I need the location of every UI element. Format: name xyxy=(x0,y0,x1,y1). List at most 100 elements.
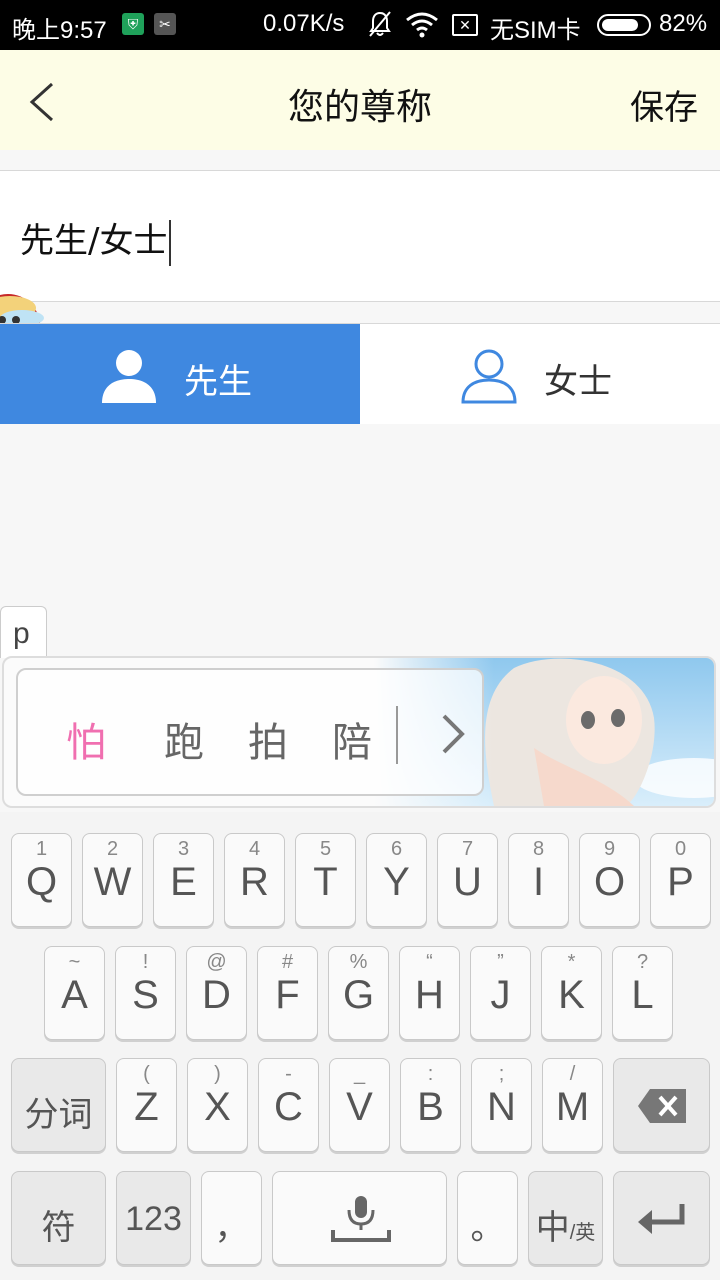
key-letter: N xyxy=(487,1085,516,1129)
numbers-label: 123 xyxy=(125,1200,182,1238)
key-letter: A xyxy=(61,973,88,1017)
candidate-word[interactable]: 怕 xyxy=(66,710,106,768)
voice-input-key[interactable] xyxy=(272,1171,447,1265)
key-a[interactable]: ~ A xyxy=(44,946,105,1040)
key-letter: F xyxy=(275,973,300,1017)
key-b[interactable]: :B xyxy=(400,1058,461,1152)
candidate-word[interactable]: 陪 xyxy=(332,710,372,768)
microphone-icon xyxy=(331,1196,391,1242)
chevron-right-icon[interactable] xyxy=(438,712,468,756)
key-secondary-symbol: ” xyxy=(497,951,504,973)
comma-key[interactable]: ， xyxy=(201,1171,262,1265)
key-letter: K xyxy=(558,973,585,1017)
split-word-key[interactable]: 分词 xyxy=(11,1058,106,1152)
key-letter: Z xyxy=(134,1085,159,1129)
period-key[interactable]: 。 xyxy=(457,1171,518,1265)
header: 您的尊称 保存 xyxy=(0,50,720,150)
key-secondary-symbol: 7 xyxy=(461,838,474,860)
split-word-label: 分词 xyxy=(24,1096,93,1134)
key-secondary-symbol: “ xyxy=(426,951,433,973)
key-letter: M xyxy=(555,1085,590,1129)
language-switch-key[interactable]: 中/英 xyxy=(528,1171,603,1265)
key-x[interactable]: ) X xyxy=(187,1058,248,1152)
key-letter: B xyxy=(417,1085,444,1129)
candidate-divider xyxy=(396,706,398,764)
key-p[interactable]: 0P xyxy=(650,833,711,927)
save-button[interactable]: 保存 xyxy=(630,80,698,129)
male-user-icon xyxy=(102,350,156,403)
lang-main-label: 中 xyxy=(535,1209,570,1247)
shield-icon: ⛨ xyxy=(122,13,144,35)
status-bar: 晚上9:57 ⛨ ✂ 0.07K/s ✕ 无SIM卡 82% xyxy=(0,0,720,50)
key-t[interactable]: 5T xyxy=(295,833,356,927)
key-f[interactable]: # F xyxy=(257,946,318,1040)
enter-key[interactable] xyxy=(613,1171,710,1265)
candidate-word[interactable]: 拍 xyxy=(248,710,288,768)
key-v[interactable]: _ V xyxy=(329,1058,390,1152)
backspace-key[interactable] xyxy=(613,1058,710,1152)
key-w[interactable]: 2W xyxy=(82,833,143,927)
gender-selector: 先生 女士 xyxy=(0,323,720,424)
key-letter: J xyxy=(490,973,511,1017)
key-e[interactable]: 3E xyxy=(153,833,214,927)
key-o[interactable]: 9O xyxy=(579,833,640,927)
key-letter: H xyxy=(415,973,444,1017)
key-q[interactable]: 1Q xyxy=(11,833,72,927)
key-letter: W xyxy=(93,860,132,904)
key-letter: E xyxy=(170,860,197,904)
enter-icon xyxy=(638,1204,685,1234)
gender-label-female: 女士 xyxy=(544,362,612,402)
key-letter: U xyxy=(453,860,482,904)
name-input-row[interactable]: 先生/女士 xyxy=(0,170,720,302)
key-preview-popup: p xyxy=(0,606,47,658)
key-secondary-symbol: * xyxy=(567,951,576,973)
key-u[interactable]: 7U xyxy=(437,833,498,927)
candidate-list: 怕 跑 拍 陪 xyxy=(16,668,484,796)
key-secondary-symbol: 3 xyxy=(177,838,190,860)
key-secondary-symbol: # xyxy=(281,951,294,973)
key-letter: O xyxy=(593,860,626,904)
key-j[interactable]: ” J xyxy=(470,946,531,1040)
key-secondary-symbol: ) xyxy=(214,1063,221,1085)
key-d[interactable]: @ D xyxy=(186,946,247,1040)
key-g[interactable]: % G xyxy=(328,946,389,1040)
key-secondary-symbol: 6 xyxy=(390,838,403,860)
backspace-icon xyxy=(638,1089,686,1123)
battery-icon xyxy=(597,14,651,36)
key-k[interactable]: * K xyxy=(541,946,602,1040)
gender-option-male[interactable]: 先生 xyxy=(0,324,360,424)
symbols-key[interactable]: 符 xyxy=(11,1171,106,1265)
key-letter: S xyxy=(132,973,159,1017)
key-m[interactable]: / M xyxy=(542,1058,603,1152)
key-secondary-symbol: 9 xyxy=(603,838,616,860)
key-secondary-symbol: ! xyxy=(142,951,149,973)
female-user-icon xyxy=(461,349,517,404)
key-i[interactable]: 8I xyxy=(508,833,569,927)
candidate-word[interactable]: 跑 xyxy=(164,710,204,768)
key-letter: V xyxy=(346,1085,373,1129)
key-secondary-symbol: 0 xyxy=(674,838,687,860)
key-n[interactable]: ; N xyxy=(471,1058,532,1152)
key-letter: D xyxy=(202,973,231,1017)
key-h[interactable]: “H xyxy=(399,946,460,1040)
keyboard: 1Q2W3E4R5T6Y7U8I9O0P ~ A! S @ D # F% G “H” J * K? L … xyxy=(0,812,720,1280)
gender-option-female[interactable]: 女士 xyxy=(360,324,720,424)
lang-alt-label: /英 xyxy=(569,1222,596,1244)
comma-label: ， xyxy=(214,1209,249,1247)
battery-percent: 82% xyxy=(659,10,708,37)
key-secondary-symbol: ; xyxy=(498,1063,505,1085)
network-speed: 0.07K/s xyxy=(263,10,345,37)
status-time: 晚上9:57 xyxy=(12,17,107,44)
key-c[interactable]: -C xyxy=(258,1058,319,1152)
key-y[interactable]: 6Y xyxy=(366,833,427,927)
name-input-value: 先生/女士 xyxy=(20,221,168,261)
text-caret xyxy=(169,219,172,266)
key-r[interactable]: 4R xyxy=(224,833,285,927)
key-letter: X xyxy=(204,1085,231,1129)
key-z[interactable]: (Z xyxy=(116,1058,177,1152)
key-letter: R xyxy=(240,860,269,904)
name-input[interactable]: 先生/女士 xyxy=(20,213,172,266)
numbers-key[interactable]: 123 xyxy=(116,1171,191,1265)
key-l[interactable]: ? L xyxy=(612,946,673,1040)
key-s[interactable]: ! S xyxy=(115,946,176,1040)
